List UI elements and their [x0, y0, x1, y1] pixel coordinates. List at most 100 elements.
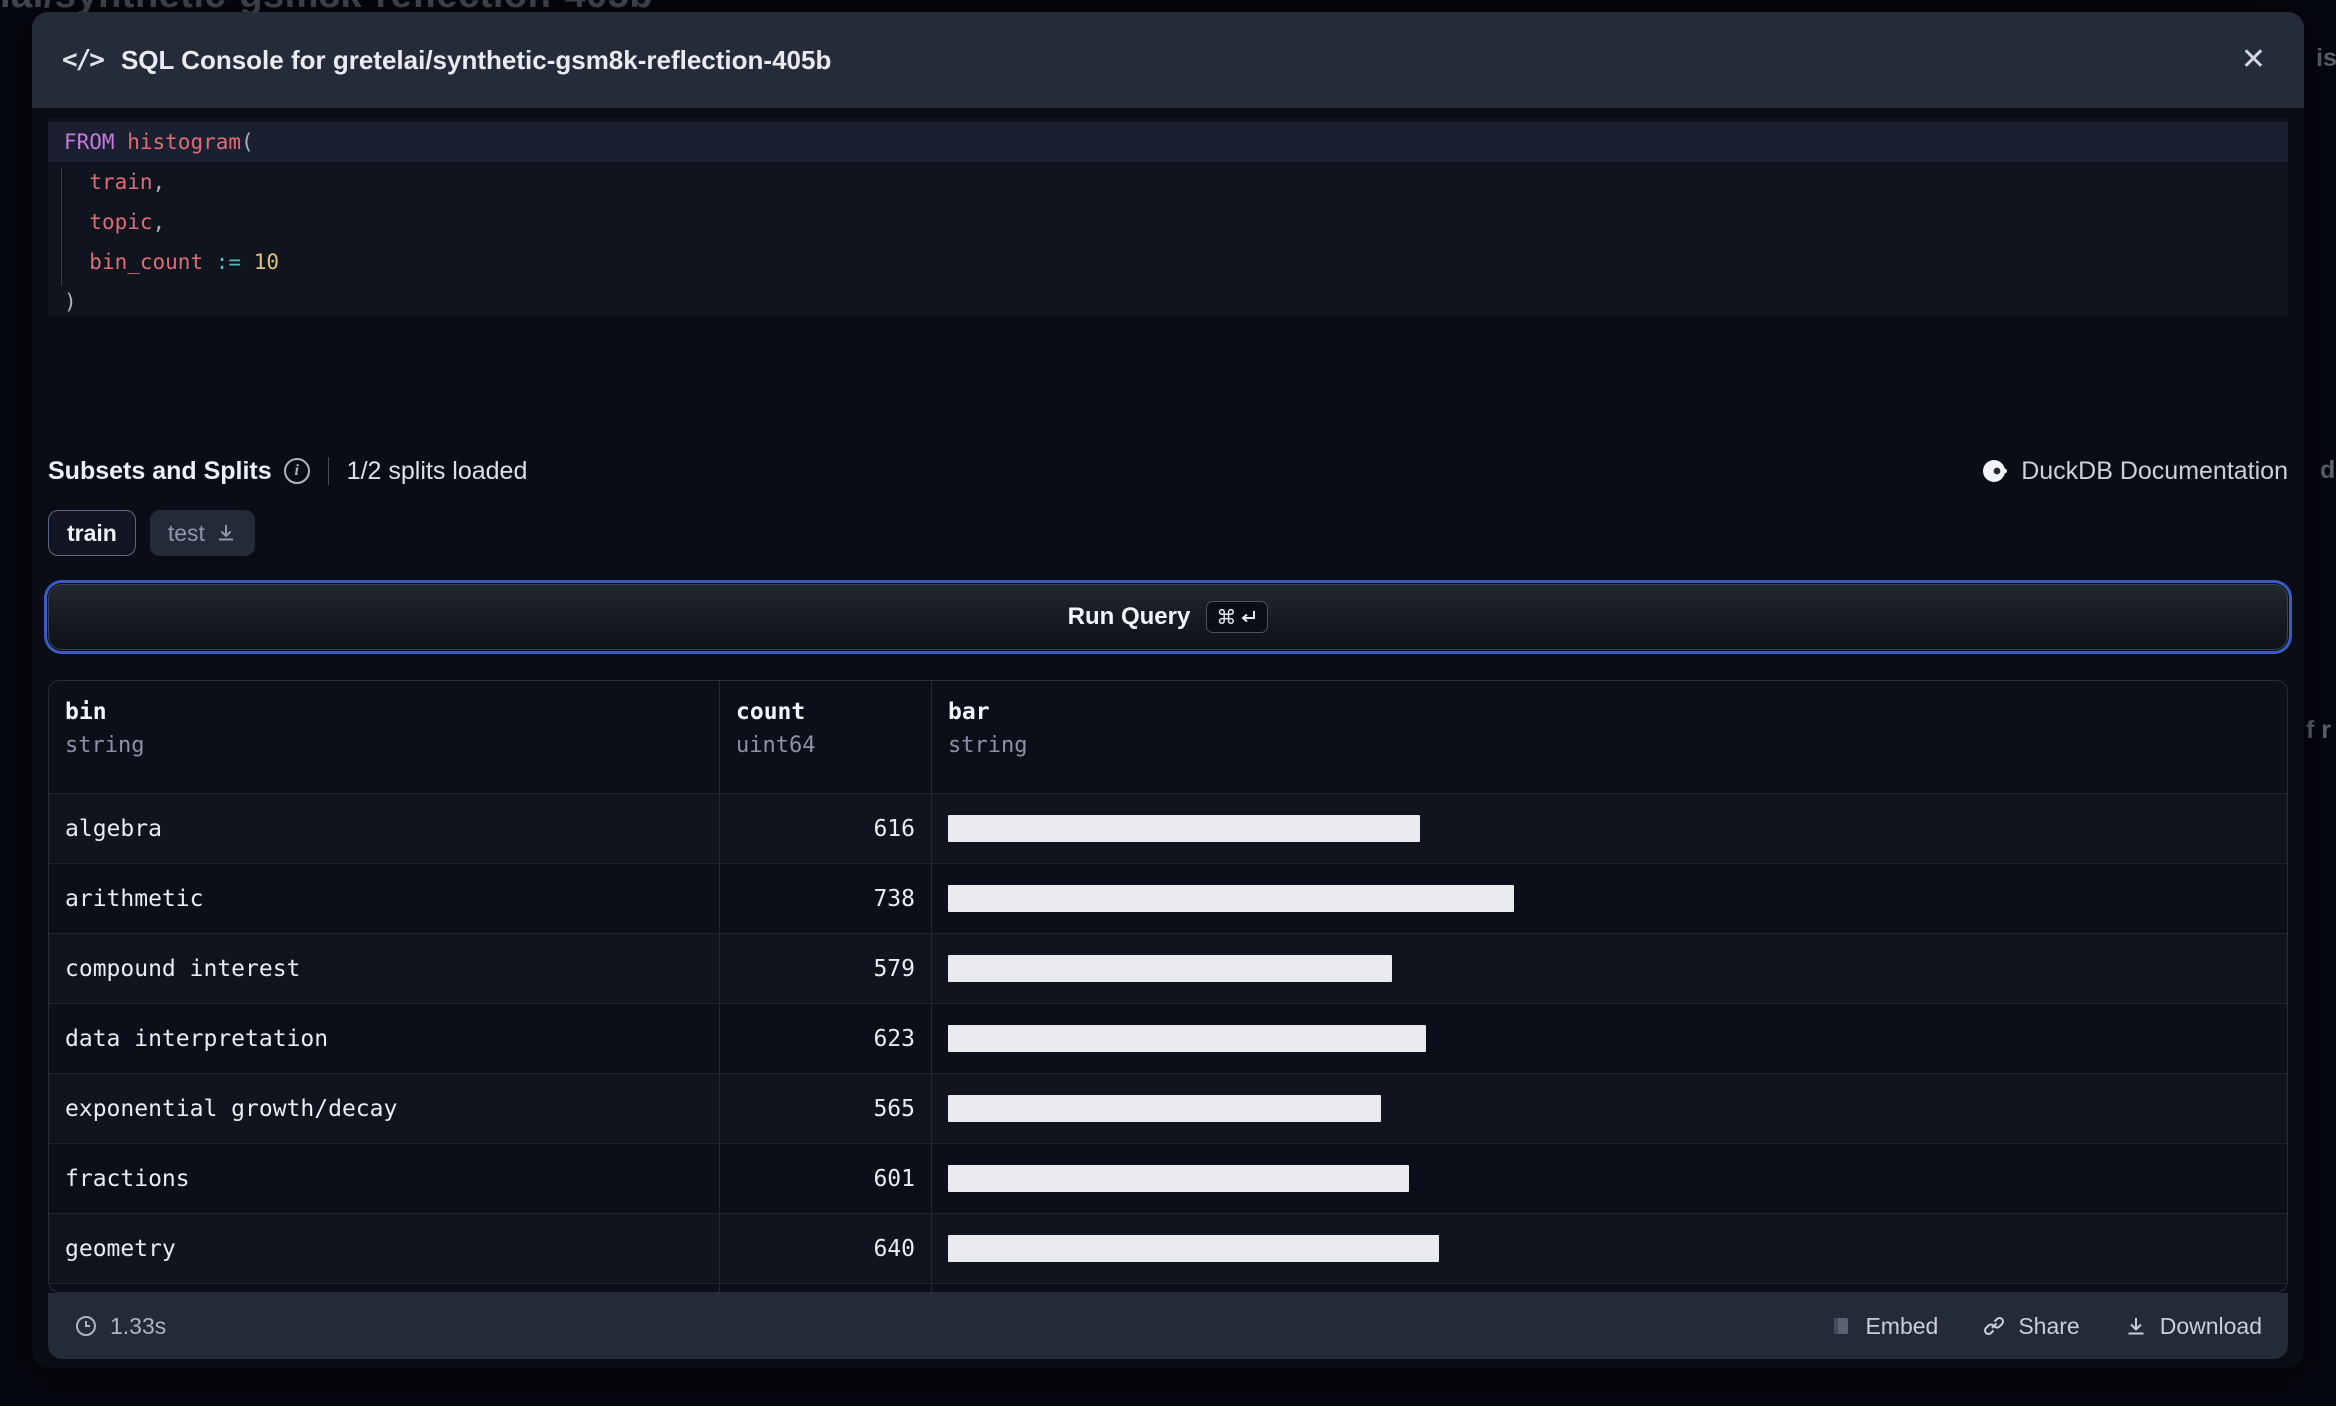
column-header-bar: bar string [931, 681, 2287, 793]
code-line-5: ) [48, 282, 2288, 322]
table-row: geometry 640 [49, 1213, 2287, 1283]
run-query-button[interactable]: Run Query ⌘ [44, 580, 2292, 654]
sql-editor[interactable]: FROM histogram( train, topic, bin_count … [48, 118, 2288, 316]
bin-cell: geometry [65, 1235, 176, 1262]
bin-cell: data interpretation [65, 1025, 329, 1052]
code-line-3: topic, [48, 202, 2288, 242]
splits-row: Subsets and Splits i 1/2 splits loaded D… [48, 448, 2288, 494]
code-token: := [215, 250, 242, 274]
split-chip-train[interactable]: train [48, 510, 136, 556]
count-cell: 601 [719, 1144, 931, 1213]
clock-icon [76, 1316, 96, 1336]
bin-cell: compound interest [65, 955, 301, 982]
table-row: algebra 616 [49, 793, 2287, 863]
code-token: ( [241, 130, 254, 154]
code-icon: </> [62, 45, 105, 75]
column-header-count: count uint64 [719, 681, 931, 793]
splits-status: 1/2 splits loaded [346, 456, 528, 485]
embed-icon [1834, 1318, 1849, 1334]
info-icon[interactable]: i [283, 458, 310, 484]
code-token: histogram [127, 130, 242, 154]
action-label: Share [2018, 1312, 2080, 1339]
action-label: Download [2159, 1312, 2262, 1339]
bar-cell [931, 1284, 2287, 1292]
bar-cell [931, 864, 2287, 933]
table-row: compound interest 579 [49, 933, 2287, 1003]
column-type: string [948, 733, 1028, 758]
bin-cell: algebra [65, 815, 162, 842]
code-line-1: FROM histogram( [48, 122, 2288, 162]
histogram-bar [948, 1165, 1409, 1192]
modal-header: </> SQL Console for gretelai/synthetic-g… [32, 12, 2304, 108]
table-row: arithmetic 738 [49, 863, 2287, 933]
code-token: , [152, 210, 166, 234]
run-query-label: Run Query [1067, 603, 1191, 630]
histogram-bar [948, 885, 1514, 912]
return-key-icon [1241, 611, 1256, 623]
duration-value: 1.33s [110, 1312, 167, 1339]
embed-button[interactable]: Embed [1829, 1313, 1938, 1340]
share-icon [1984, 1316, 2005, 1336]
divider [327, 457, 329, 485]
bar-cell [931, 794, 2287, 863]
bar-cell [931, 934, 2287, 1003]
duckdb-doc-link[interactable]: DuckDB Documentation [1981, 457, 2288, 486]
bar-cell [931, 1074, 2287, 1143]
bar-cell [931, 1214, 2287, 1283]
bin-cell: fractions [65, 1165, 190, 1192]
results-footer: 1.33s Embed Share Download [48, 1293, 2288, 1359]
column-type: string [65, 733, 145, 758]
edge-fragment: is [2316, 44, 2336, 72]
count-cell: 640 [719, 1214, 931, 1283]
split-chip-test[interactable]: test [149, 510, 255, 556]
count-cell [719, 1284, 931, 1292]
bin-cell: arithmetic [65, 885, 204, 912]
histogram-bar [948, 1095, 1381, 1122]
count-cell: 623 [719, 1004, 931, 1073]
download-button[interactable]: Download [2124, 1313, 2262, 1340]
cmd-key-icon: ⌘ [1216, 605, 1237, 629]
indent-guide [61, 168, 62, 286]
screen: lai/synthetic-gsm8k-reflection-405b isdf… [0, 0, 2336, 1406]
table-row: exponential growth/decay 565 [49, 1073, 2287, 1143]
table-body: algebra 616 arithmetic 738 compound interest… [49, 793, 2287, 1292]
duckdb-logo-icon [1983, 460, 2008, 482]
count-cell: 579 [719, 934, 931, 1003]
code-line-4: bin_count := 10 [48, 242, 2288, 282]
share-button[interactable]: Share [1982, 1312, 2080, 1340]
code-token: 10 [253, 250, 279, 274]
chip-label: train [67, 519, 117, 546]
query-duration: 1.33s [74, 1313, 166, 1340]
code-token: ) [64, 290, 77, 314]
column-header-bin: bin string [49, 681, 719, 793]
action-label: Embed [1865, 1312, 1939, 1339]
bar-cell [931, 1004, 2287, 1073]
sql-console-modal: </> SQL Console for gretelai/synthetic-g… [32, 12, 2304, 1368]
column-name: bin [65, 699, 107, 725]
modal-title: SQL Console for gretelai/synthetic-gsm8k… [120, 44, 832, 75]
table-header-row: bin string count uint64 bar string [49, 681, 2287, 793]
footer-actions: Embed Share Download [1829, 1313, 2262, 1340]
count-cell: 738 [719, 864, 931, 933]
splits-heading: Subsets and Splits [48, 456, 272, 485]
histogram-bar [948, 1025, 1426, 1052]
column-name: count [736, 699, 806, 725]
close-icon[interactable]: ✕ [2233, 41, 2274, 79]
code-line-2: train, [48, 162, 2288, 202]
kbd-shortcut: ⌘ [1206, 601, 1269, 633]
download-icon [2128, 1318, 2144, 1335]
chip-label: test [167, 519, 205, 546]
table-row: data interpretation 623 [49, 1003, 2287, 1073]
table-row [49, 1283, 2287, 1292]
bar-cell [931, 1144, 2287, 1213]
count-cell: 565 [719, 1074, 931, 1143]
code-token: , [152, 170, 166, 194]
histogram-bar [948, 1235, 1439, 1262]
column-type: uint64 [736, 733, 816, 758]
histogram-bar [948, 815, 1420, 842]
